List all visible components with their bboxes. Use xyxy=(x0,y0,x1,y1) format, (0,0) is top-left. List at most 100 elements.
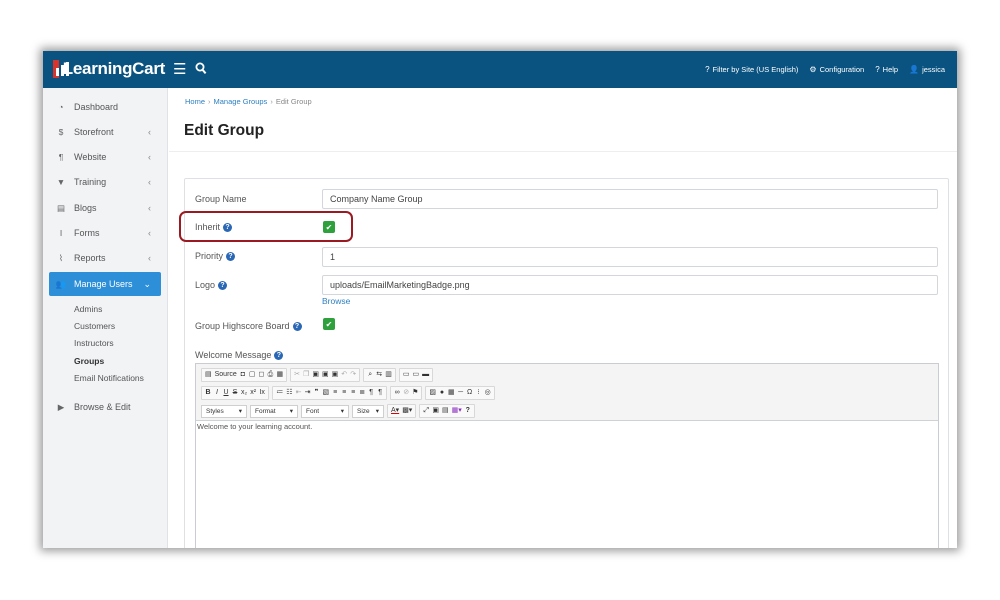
bulleted-list-icon[interactable]: ☷ xyxy=(286,387,292,399)
text-color-icon[interactable]: A▾ xyxy=(391,405,399,417)
highlight-annotation xyxy=(179,211,353,242)
toolbar-group-form: ▭ ▭ ▬ xyxy=(398,368,434,382)
search-icon[interactable] xyxy=(195,62,207,76)
size-select[interactable]: Size ▾ xyxy=(352,404,384,418)
sidebar-subitem-groups[interactable]: Groups xyxy=(74,356,104,366)
browse-link[interactable]: Browse xyxy=(322,296,350,306)
indent-icon[interactable]: ⇥ xyxy=(305,387,311,399)
logo-input[interactable]: uploads/EmailMarketingBadge.png xyxy=(322,275,938,295)
table-icon[interactable]: ▦ xyxy=(448,387,455,399)
paste-word-icon[interactable]: ▣ xyxy=(332,369,339,381)
replace-icon[interactable]: ⇆ xyxy=(376,369,382,381)
unlink-icon[interactable]: ⊘ xyxy=(403,387,409,399)
rtl-icon[interactable]: ¶ xyxy=(377,387,383,399)
italic-icon[interactable]: I xyxy=(214,387,220,399)
sidebar-item-training[interactable]: ▼ Training ‹ xyxy=(49,170,161,194)
preview-icon[interactable]: ◻ xyxy=(258,369,265,381)
paste-icon[interactable]: ▣ xyxy=(312,369,319,381)
remove-format-icon[interactable]: Ix xyxy=(259,387,265,399)
menu-toggle-icon[interactable]: ☰ xyxy=(173,60,186,78)
underline-icon[interactable]: U xyxy=(223,387,229,399)
button-icon[interactable]: ▬ xyxy=(422,369,429,381)
breadcrumb-home[interactable]: Home xyxy=(185,97,205,106)
image-icon[interactable]: ▨ xyxy=(429,387,436,399)
sidebar-item-blogs[interactable]: ▤ Blogs ‹ xyxy=(49,196,161,220)
save-icon[interactable]: ◘ xyxy=(240,369,246,381)
help-link[interactable]: ? Help xyxy=(875,65,898,74)
align-right-icon[interactable]: ≡ xyxy=(350,387,356,399)
superscript-icon[interactable]: x² xyxy=(250,387,256,399)
form-icon[interactable]: ▭ xyxy=(403,369,410,381)
undo-icon[interactable]: ↶ xyxy=(341,369,347,381)
sidebar-item-reports[interactable]: ⌇ Reports ‹ xyxy=(49,246,161,270)
sidebar-item-dashboard[interactable]: ◔ Dashboard xyxy=(49,95,161,119)
strikethrough-icon[interactable]: S xyxy=(232,387,238,399)
sidebar-item-website[interactable]: ¶ Website ‹ xyxy=(49,145,161,169)
div-icon[interactable]: ▧ xyxy=(323,387,330,399)
numbered-list-icon[interactable]: ≔ xyxy=(276,387,283,399)
highscore-checkbox[interactable]: ✔ xyxy=(323,318,335,330)
users-icon: 👥 xyxy=(55,278,67,289)
new-page-icon[interactable]: ▢ xyxy=(249,369,256,381)
editor-content[interactable]: Welcome to your learning account. xyxy=(196,422,312,431)
source-button[interactable]: Source xyxy=(215,369,237,381)
blockquote-icon[interactable]: ❞ xyxy=(314,387,320,399)
align-center-icon[interactable]: ≡ xyxy=(341,387,347,399)
show-blocks-icon[interactable]: ▣ xyxy=(432,405,439,417)
copy-icon[interactable]: ❐ xyxy=(303,369,309,381)
color-grid-icon[interactable]: ▦▾ xyxy=(452,405,462,417)
select-all-icon[interactable]: ▥ xyxy=(385,369,392,381)
font-select[interactable]: Font ▾ xyxy=(301,404,349,418)
source-icon[interactable]: ▤ xyxy=(205,369,212,381)
user-icon: 👤 xyxy=(909,65,920,74)
cut-icon[interactable]: ✂ xyxy=(294,369,300,381)
textfield-icon[interactable]: ▭ xyxy=(412,369,419,381)
help-icon[interactable]: ? xyxy=(292,321,302,331)
bold-icon[interactable]: B xyxy=(205,387,211,399)
print-icon[interactable]: ⎙ xyxy=(267,369,274,381)
user-menu[interactable]: 👤 jessica xyxy=(909,65,945,74)
help-icon[interactable]: ? xyxy=(226,251,236,261)
help-icon[interactable]: ? xyxy=(274,350,284,360)
sidebar-item-browse-edit[interactable]: ▶ Browse & Edit xyxy=(49,395,161,419)
code-snippet-icon[interactable]: ▤ xyxy=(442,405,449,417)
find-icon[interactable]: ⌕ xyxy=(367,369,373,381)
anchor-icon[interactable]: ⚑ xyxy=(412,387,418,399)
brand-logo[interactable]: LearningCart xyxy=(53,58,165,80)
styles-select[interactable]: Styles ▾ xyxy=(201,404,247,418)
toolbar-row-3: Styles ▾ Format ▾ Font ▾ Size ▾ A▾ ▩▾ ⤢ … xyxy=(201,404,475,418)
subscript-icon[interactable]: x₂ xyxy=(241,387,247,399)
breadcrumb-manage-groups[interactable]: Manage Groups xyxy=(214,97,268,106)
outdent-icon[interactable]: ⇤ xyxy=(296,387,302,399)
sidebar-subitem-customers[interactable]: Customers xyxy=(74,321,115,331)
page-break-icon[interactable]: ⁝ xyxy=(476,387,482,399)
sidebar-subitem-admins[interactable]: Admins xyxy=(74,304,102,314)
sidebar-item-forms[interactable]: I Forms ‹ xyxy=(49,221,161,245)
background-color-icon[interactable]: ▩▾ xyxy=(402,405,412,417)
ltr-icon[interactable]: ¶ xyxy=(368,387,374,399)
special-char-icon[interactable]: Ω xyxy=(467,387,473,399)
sidebar-item-manage-users[interactable]: 👥 Manage Users ⌄ xyxy=(49,272,161,296)
templates-icon[interactable]: ▦ xyxy=(276,369,283,381)
align-left-icon[interactable]: ≡ xyxy=(332,387,338,399)
group-name-input[interactable]: Company Name Group xyxy=(322,189,938,209)
priority-input[interactable]: 1 xyxy=(322,247,938,267)
format-select[interactable]: Format ▾ xyxy=(250,404,298,418)
redo-icon[interactable]: ↷ xyxy=(350,369,356,381)
configuration-link[interactable]: ⚙ Configuration xyxy=(809,65,864,74)
flash-icon[interactable]: ● xyxy=(439,387,445,399)
iframe-icon[interactable]: ◎ xyxy=(485,387,491,399)
justify-icon[interactable]: ≣ xyxy=(359,387,365,399)
about-icon[interactable]: ? xyxy=(465,405,471,417)
maximize-icon[interactable]: ⤢ xyxy=(423,405,430,417)
help-icon[interactable]: ? xyxy=(218,280,228,290)
text-cursor-icon: I xyxy=(59,228,63,238)
sidebar-subitem-email-notifications[interactable]: Email Notifications xyxy=(74,373,144,383)
paste-text-icon[interactable]: ▣ xyxy=(322,369,329,381)
editor-toolbar: ▤ Source ◘ ▢ ◻ ⎙ ▦ ✂ ❐ ▣ ▣ ▣ ↶ ↷ ⌕ ⇆ ▥ ▭… xyxy=(196,364,938,421)
filter-by-site-link[interactable]: ? Filter by Site (US English) xyxy=(705,65,798,74)
link-icon[interactable]: ∞ xyxy=(394,387,400,399)
sidebar-subitem-instructors[interactable]: Instructors xyxy=(74,338,114,348)
sidebar-item-storefront[interactable]: $ Storefront ‹ xyxy=(49,120,161,144)
horizontal-rule-icon[interactable]: ─ xyxy=(458,387,464,399)
